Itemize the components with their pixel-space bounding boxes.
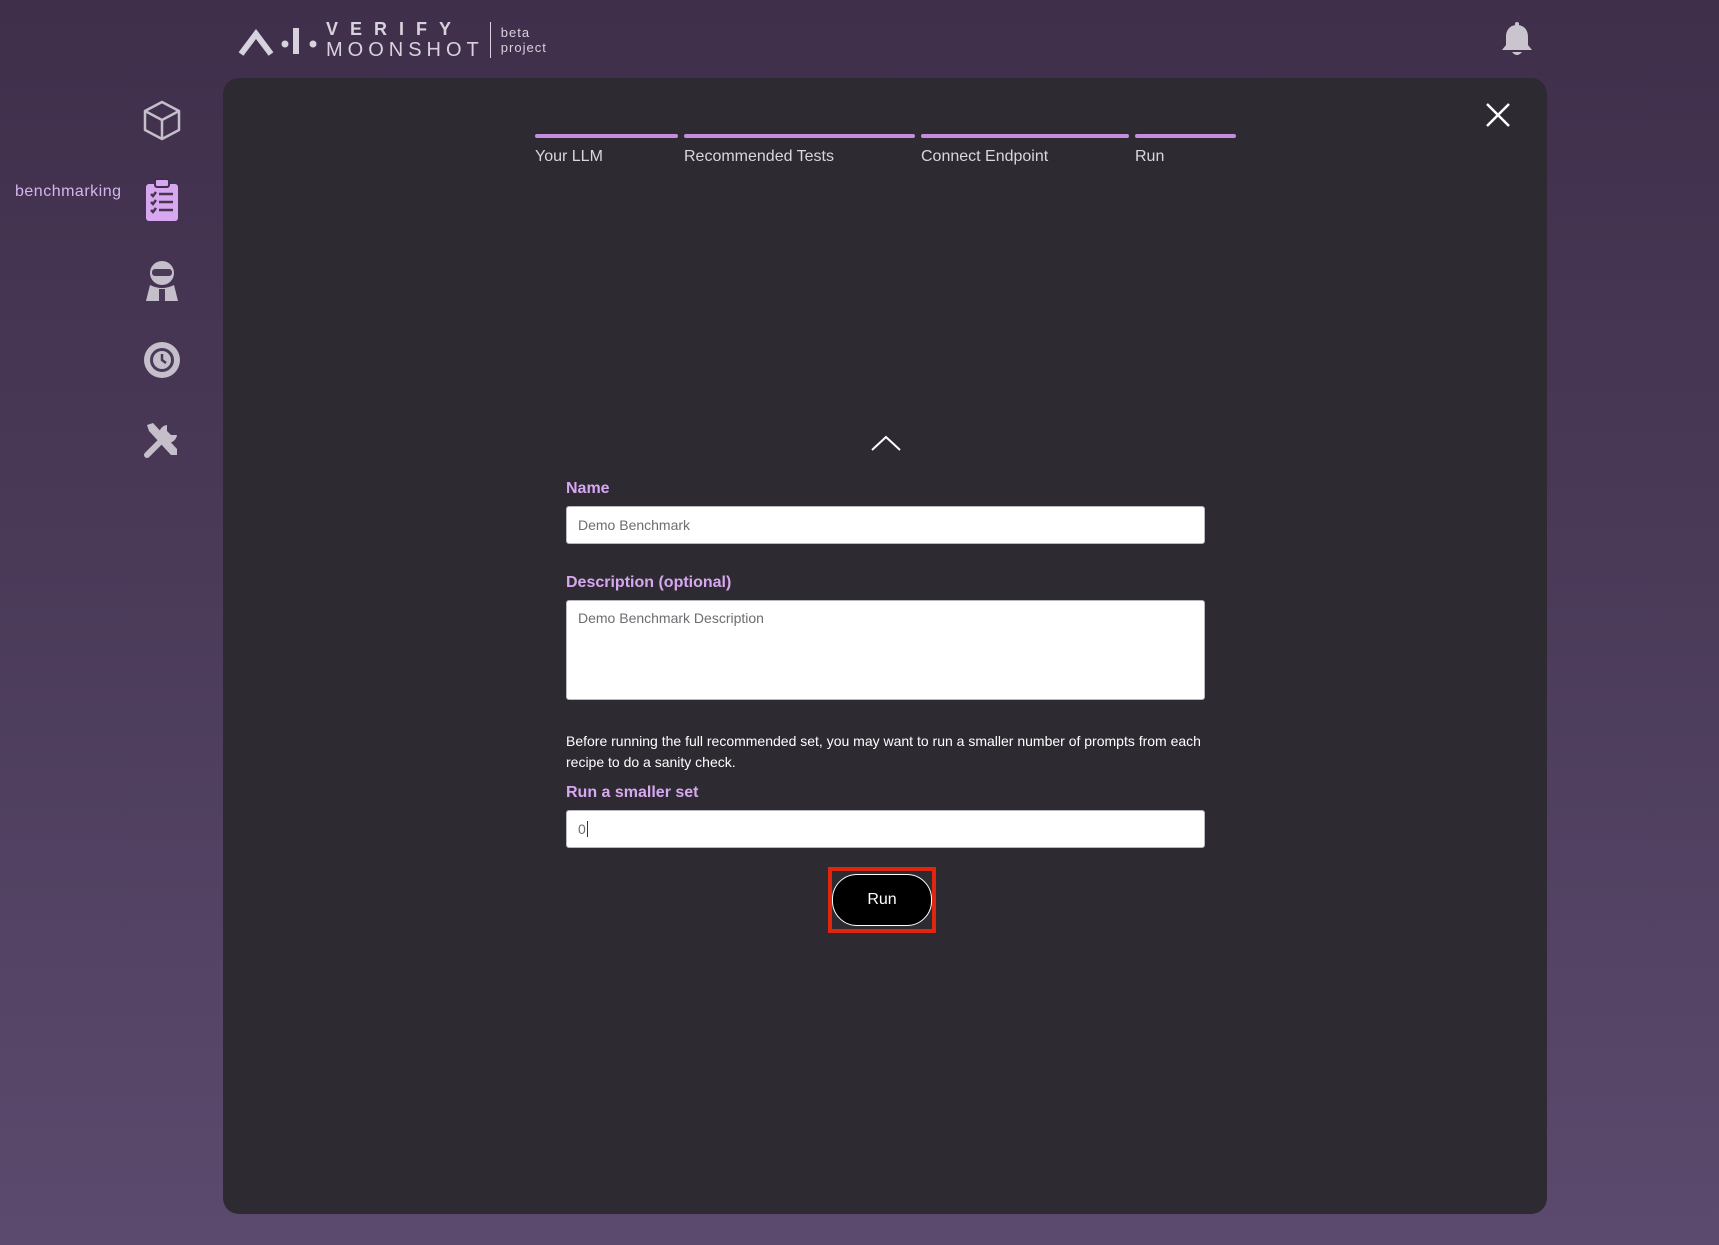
sidebar-item-red-teaming[interactable] bbox=[140, 258, 184, 302]
smaller-set-label: Run a smaller set bbox=[566, 784, 699, 801]
step-bar bbox=[921, 134, 1129, 138]
name-label: Name bbox=[566, 480, 610, 497]
brand-tag-project: project bbox=[500, 40, 547, 55]
step-run: Run bbox=[1135, 134, 1236, 166]
step-label: Connect Endpoint bbox=[921, 148, 1049, 165]
smaller-set-input[interactable]: 0 bbox=[566, 810, 1205, 848]
name-input-value: Demo Benchmark bbox=[578, 517, 691, 533]
history-clock-icon bbox=[144, 342, 180, 378]
description-textarea[interactable]: Demo Benchmark Description bbox=[566, 600, 1205, 700]
brand-verify: VERIFY bbox=[326, 19, 464, 39]
description-textarea-value: Demo Benchmark Description bbox=[578, 610, 764, 626]
step-connect-endpoint: Connect Endpoint bbox=[921, 134, 1129, 166]
step-your-llm: Your LLM bbox=[535, 134, 678, 166]
brand-divider bbox=[489, 22, 491, 58]
clipboard-checklist-icon bbox=[146, 178, 178, 221]
step-bar bbox=[535, 134, 678, 138]
red-team-agent-icon bbox=[146, 261, 178, 301]
aiverify-logo-mark bbox=[238, 28, 317, 56]
step-label: Recommended Tests bbox=[684, 148, 834, 165]
text-cursor bbox=[586, 821, 588, 837]
run-button-highlight: Run bbox=[828, 867, 936, 933]
sidebar-active-label: benchmarking bbox=[15, 183, 122, 200]
brand-moonshot: MOONSHOT bbox=[326, 39, 484, 61]
chevron-up-icon[interactable] bbox=[870, 433, 902, 453]
run-button[interactable]: Run bbox=[832, 874, 932, 926]
sidebar-item-benchmarking[interactable] bbox=[140, 178, 184, 222]
progress-stepper: Your LLM Recommended Tests Connect Endpo… bbox=[535, 134, 1236, 166]
brand-tag-beta: beta bbox=[500, 25, 531, 40]
sidebar-item-endpoints[interactable] bbox=[140, 98, 184, 142]
sidebar-item-utilities[interactable] bbox=[140, 418, 184, 462]
description-label: Description (optional) bbox=[566, 574, 732, 591]
benchmark-form: Name Demo Benchmark Description (optiona… bbox=[566, 480, 1205, 848]
app-logo: VERIFY MOONSHOT beta project bbox=[238, 20, 547, 60]
name-input[interactable]: Demo Benchmark bbox=[566, 506, 1205, 544]
step-label: Run bbox=[1135, 148, 1165, 165]
sidebar-item-history[interactable] bbox=[140, 338, 184, 382]
cube-icon bbox=[143, 100, 181, 141]
run-button-label: Run bbox=[867, 891, 897, 908]
close-icon[interactable] bbox=[1483, 100, 1513, 130]
sanity-check-note: Before running the full recommended set,… bbox=[566, 733, 1201, 770]
step-recommended-tests: Recommended Tests bbox=[684, 134, 915, 166]
step-label: Your LLM bbox=[535, 148, 603, 165]
step-bar bbox=[1135, 134, 1236, 138]
tools-icon bbox=[144, 423, 177, 458]
step-bar bbox=[684, 134, 915, 138]
smaller-set-input-value: 0 bbox=[578, 821, 586, 837]
notifications-bell-icon[interactable] bbox=[1500, 22, 1534, 58]
